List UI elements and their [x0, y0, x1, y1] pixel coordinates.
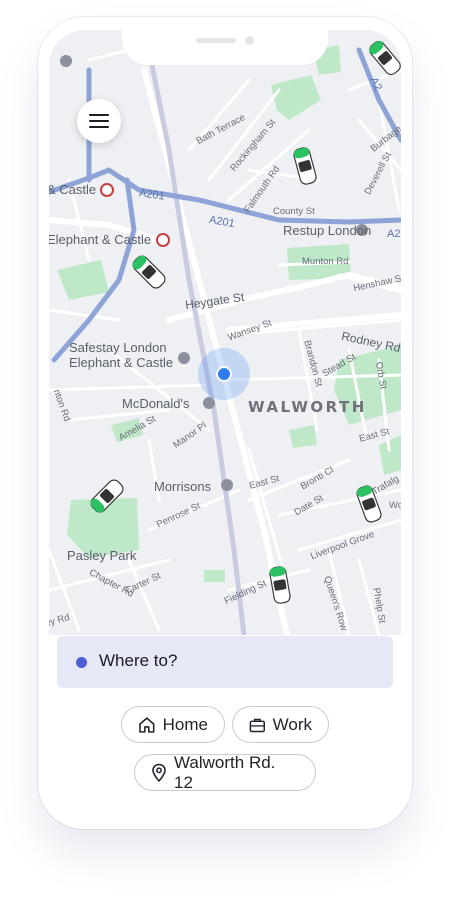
shortcut-work-button[interactable]: Work [232, 706, 329, 743]
hamburger-menu-icon [89, 114, 109, 128]
map-label-castle: & Castle [49, 182, 97, 197]
where-to-label: Where to? [99, 651, 178, 670]
map-label-county-st: County St [273, 206, 315, 217]
front-camera [245, 36, 254, 45]
map-label-safestay: Safestay London Elephant & Castle [69, 340, 174, 370]
current-location-dot [216, 366, 232, 382]
shortcut-work-label: Work [272, 714, 312, 734]
shortcut-address-button[interactable]: Walworth Rd. 12 [134, 752, 316, 792]
menu-button[interactable] [77, 99, 121, 143]
map-label-restup: Restup London [283, 223, 372, 238]
home-icon [139, 716, 155, 733]
location-pin-icon [152, 763, 166, 782]
shortcut-home-button[interactable]: Home [121, 706, 225, 743]
map-label-elephant-castle: Elephant & Castle [49, 232, 152, 247]
map-label-a2-2: A2 [387, 228, 401, 240]
shortcut-address-label: Walworth Rd. 12 [174, 752, 276, 792]
briefcase-icon [249, 718, 265, 732]
map-label-district: WALWORTH [248, 398, 367, 416]
where-to-search[interactable]: Where to? [57, 636, 393, 688]
phone-frame: & Castle Elephant & Castle Safestay Lond… [38, 17, 412, 829]
map-label-wo: Wo [389, 500, 401, 511]
map-label-pasley-park: Pasley Park [67, 548, 137, 563]
shortcut-home-label: Home [162, 714, 208, 734]
phone-notch [122, 17, 328, 65]
map-label-munton-rd: Munton Rd [302, 256, 349, 267]
map-view[interactable]: & Castle Elephant & Castle Safestay Lond… [49, 30, 401, 635]
map-label-mcdonalds: McDonald's [122, 396, 190, 411]
speaker-grille [196, 38, 236, 43]
map-label-morrisons: Morrisons [154, 479, 212, 494]
destination-dot-icon [76, 657, 87, 668]
